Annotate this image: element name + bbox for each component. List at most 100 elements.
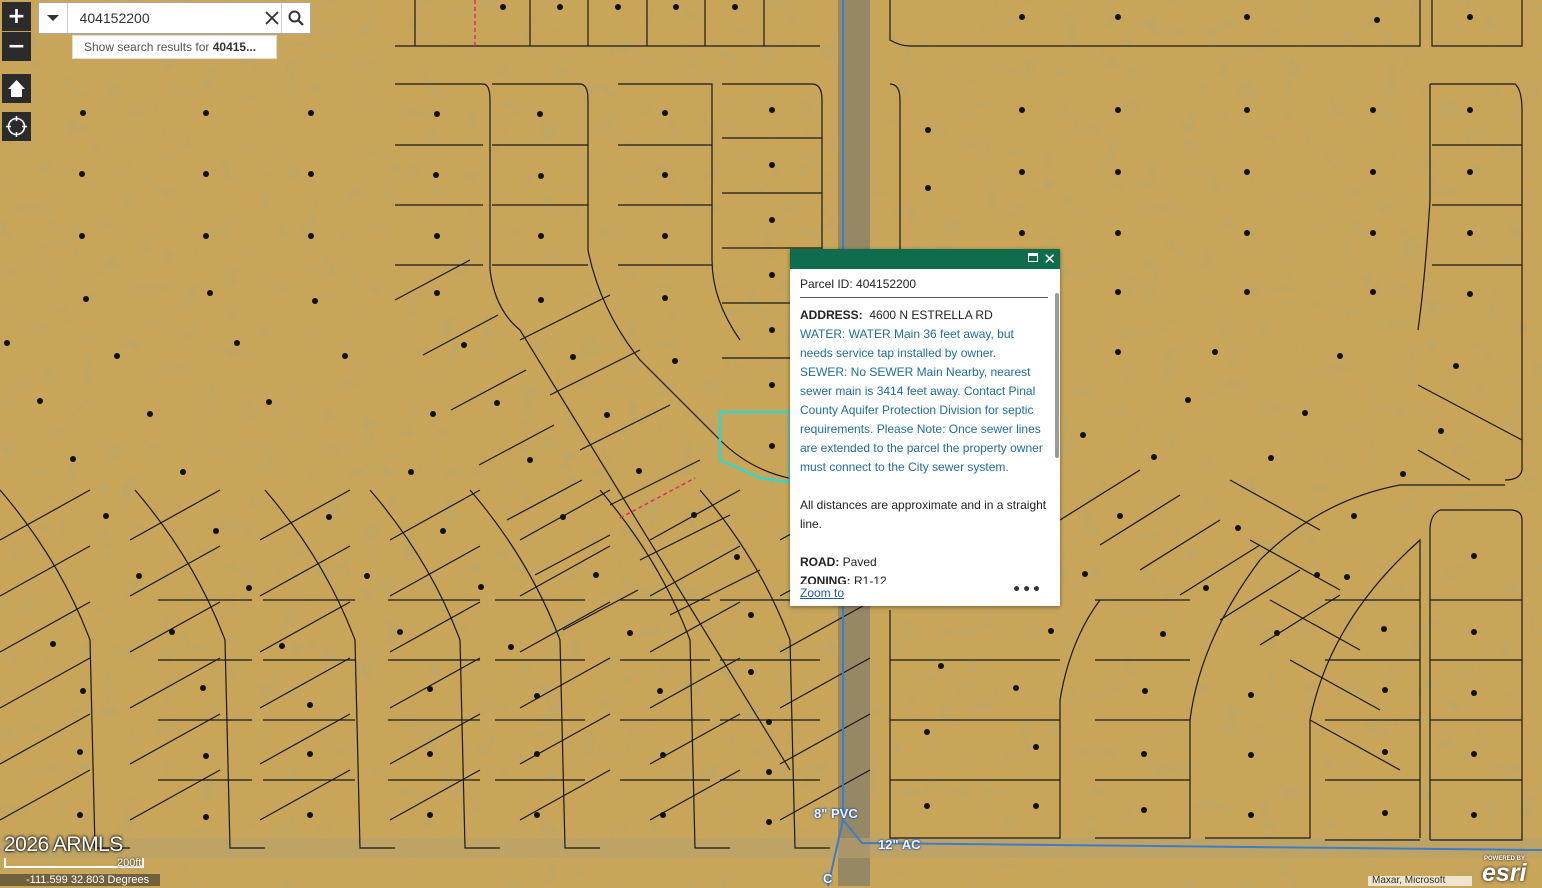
lot-marker (1467, 169, 1473, 175)
lot-marker (246, 585, 252, 591)
attribution[interactable]: Maxar, Microsoft (1368, 876, 1472, 886)
lot-marker (1080, 432, 1086, 438)
lot-marker (203, 753, 209, 759)
lot-marker (1467, 291, 1473, 297)
lot-marker (1381, 626, 1387, 632)
zoom-out-button[interactable]: − (2, 32, 31, 61)
map-canvas[interactable] (0, 0, 1542, 886)
lot-marker (673, 4, 679, 10)
locate-icon (6, 116, 27, 137)
lot-marker (1033, 744, 1039, 750)
lot-marker (1235, 525, 1241, 531)
lot-marker (169, 629, 175, 635)
search-input[interactable] (67, 3, 263, 33)
zoom-to-link[interactable]: Zoom to (800, 586, 844, 600)
lot-marker (766, 819, 772, 825)
lot-marker (1351, 513, 1357, 519)
lot-marker (213, 528, 219, 534)
lot-marker (1141, 807, 1147, 813)
lot-marker (557, 4, 563, 10)
lot-marker (748, 669, 754, 675)
lot-marker (527, 457, 533, 463)
lot-marker (1244, 169, 1250, 175)
lot-marker (77, 749, 83, 755)
clear-search-button[interactable] (263, 3, 282, 33)
lot-marker (307, 702, 313, 708)
lot-marker (203, 171, 209, 177)
zoom-in-button[interactable]: + (2, 2, 31, 31)
lot-marker (691, 512, 697, 518)
lot-marker (1117, 513, 1123, 519)
address-label: ADDRESS: (800, 308, 863, 322)
lot-marker (1019, 230, 1025, 236)
popup-header: ✕ (790, 249, 1060, 269)
ellipsis-icon[interactable]: ••• (1012, 582, 1042, 598)
lot-marker (534, 812, 540, 818)
lot-marker (604, 412, 610, 418)
lot-marker (938, 663, 944, 669)
search-source-dropdown[interactable] (39, 3, 68, 33)
lot-marker (434, 111, 440, 117)
lot-marker (1370, 289, 1376, 295)
lot-marker (766, 769, 772, 775)
lot-marker (80, 110, 86, 116)
close-icon (265, 11, 279, 25)
zoning-label: ZONING: (800, 574, 851, 584)
copyright-text: 2026 ARMLS (4, 833, 123, 856)
lot-marker (1115, 289, 1121, 295)
lot-marker (1019, 14, 1025, 20)
lot-marker (1382, 810, 1388, 816)
lot-marker (203, 233, 209, 239)
lot-marker (1115, 14, 1121, 20)
popup-content: ADDRESS: 4600 N ESTRELLA RD WATER: WATER… (800, 306, 1048, 584)
lot-marker (266, 399, 272, 405)
lot-marker (1142, 688, 1148, 694)
maximize-icon[interactable] (1028, 253, 1038, 262)
lot-marker (1471, 690, 1477, 696)
popup-title: Parcel ID: 404152200 (800, 277, 1048, 298)
lot-marker (660, 752, 666, 758)
lot-marker (1115, 349, 1121, 355)
lot-marker (1115, 230, 1121, 236)
lot-marker (769, 107, 775, 113)
lot-marker (494, 400, 500, 406)
pipe-label-c: C (823, 871, 833, 886)
lot-marker (570, 354, 576, 360)
lot-marker (1370, 230, 1376, 236)
lot-marker (925, 127, 931, 133)
lot-marker (769, 217, 775, 223)
search-suggestion[interactable]: Show search results for 40415... (72, 35, 277, 59)
lot-marker (560, 514, 566, 520)
lot-marker (1467, 14, 1473, 20)
lot-marker (1382, 749, 1388, 755)
coordinate-readout: -111.599 32.803 Degrees (0, 874, 160, 886)
lot-marker (1471, 553, 1477, 559)
lot-marker (307, 812, 313, 818)
popup-scrollbar[interactable] (1055, 293, 1059, 458)
lot-marker (1400, 471, 1406, 477)
lot-marker (1382, 687, 1388, 693)
lot-marker (636, 468, 642, 474)
lot-marker (326, 514, 332, 520)
lot-marker (500, 4, 506, 10)
lot-marker (1244, 289, 1250, 295)
lot-marker (279, 643, 285, 649)
lot-marker (732, 4, 738, 10)
lot-marker (114, 353, 120, 359)
lot-marker (748, 612, 754, 618)
home-button[interactable] (2, 74, 31, 103)
distance-note: All distances are approximate and in a s… (800, 498, 1047, 531)
lot-marker (77, 812, 83, 818)
lot-marker (430, 411, 436, 417)
lot-marker (1248, 812, 1254, 818)
close-icon[interactable]: ✕ (1043, 250, 1056, 268)
lot-marker (1244, 230, 1250, 236)
lot-marker (769, 272, 775, 278)
search-button[interactable] (281, 3, 310, 33)
lot-marker (200, 685, 206, 691)
lot-marker (234, 340, 240, 346)
locate-button[interactable] (2, 112, 31, 141)
zoning-value: R1-12 (854, 574, 887, 584)
lot-marker (203, 814, 209, 820)
search-icon (288, 10, 305, 26)
